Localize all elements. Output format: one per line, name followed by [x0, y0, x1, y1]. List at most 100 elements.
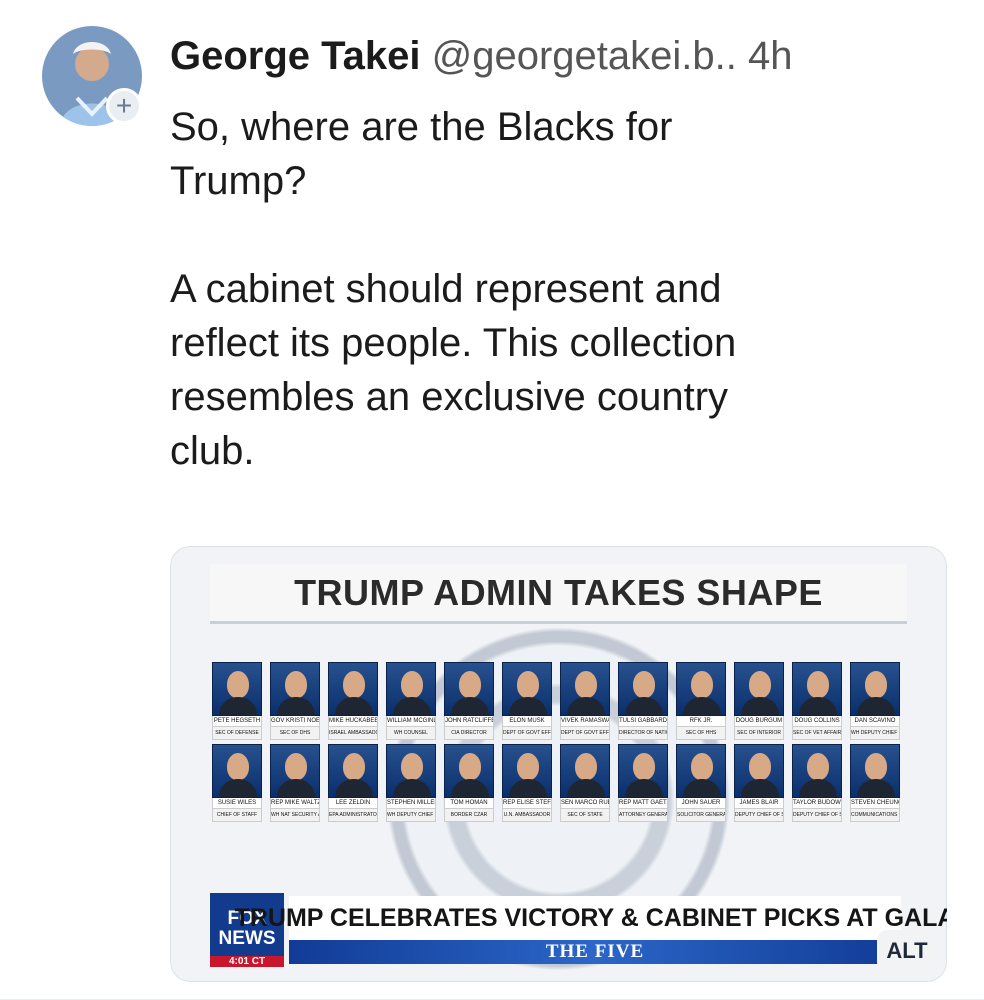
cabinet-role: SEC OF HHS: [676, 727, 726, 740]
news-lower-third: FOX NEWS 4:01 CT TRUMP CELEBRATES VICTOR…: [210, 893, 947, 967]
cabinet-card: DOUG BURGUM SEC OF INTERIOR: [734, 662, 784, 740]
cabinet-name: STEVEN CHEUNG: [850, 798, 900, 809]
post-time[interactable]: 4h: [748, 34, 793, 78]
cabinet-name: PETE HEGSETH: [212, 716, 262, 727]
portrait-image: [618, 662, 668, 716]
cabinet-role: WH COUNSEL: [386, 727, 436, 740]
portrait-image: [328, 744, 378, 798]
author-handle[interactable]: @georgetakei.b..: [432, 34, 737, 78]
cabinet-name: VIVEK RAMASWAMY: [560, 716, 610, 727]
cabinet-grid: PETE HEGSETH SEC OF DEFENSE GOV KRISTI NOE…: [210, 662, 907, 898]
cabinet-card: JAMES BLAIRDEPUTY CHIEF OF STAFF: [734, 744, 784, 822]
image-banner: TRUMP ADMIN TAKES SHAPE: [210, 564, 907, 624]
cabinet-card: LEE ZELDIN EPA ADMINISTRATOR: [328, 744, 378, 822]
portrait-image: [502, 662, 552, 716]
cabinet-name: JOHN SAUER: [676, 798, 726, 809]
cabinet-role: DEPT OF GOVT EFFICIENCY: [560, 727, 610, 740]
post-image[interactable]: TRUMP ADMIN TAKES SHAPE PETE HEGSETH SEC …: [170, 546, 947, 982]
cabinet-role: CHIEF OF STAFF: [212, 809, 262, 822]
follow-plus-icon: +: [115, 90, 133, 121]
post-text: So, where are the Blacks for Trump? A ca…: [170, 105, 737, 473]
portrait-image: [792, 662, 842, 716]
cabinet-name: REP ELISE STEFANIK (R-NY): [502, 798, 552, 809]
cabinet-card: GOV KRISTI NOEM (R-SD)SEC OF DHS: [270, 662, 320, 740]
portrait-image: [212, 662, 262, 716]
cabinet-card: ELON MUSKDEPT OF GOVT EFFICIENCY: [502, 662, 552, 740]
cabinet-card: STEPHEN MILLERWH DEPUTY CHIEF OF STAFF F…: [386, 744, 436, 822]
cabinet-role: SEC OF DHS: [270, 727, 320, 740]
cabinet-card: DOUG COLLINS SEC OF VET AFFAIRS: [792, 662, 842, 740]
cabinet-name: JAMES BLAIR: [734, 798, 784, 809]
cabinet-name: TULSI GABBARD: [618, 716, 668, 727]
author-name[interactable]: George Takei: [170, 34, 420, 78]
cabinet-card: MIKE HUCKABEE ISRAEL AMBASSADOR: [328, 662, 378, 740]
cabinet-role: SOLICITOR GENERAL: [676, 809, 726, 822]
cabinet-card: PETE HEGSETH SEC OF DEFENSE: [212, 662, 262, 740]
cabinet-name: SUSIE WILES: [212, 798, 262, 809]
portrait-image: [560, 662, 610, 716]
cabinet-role: DEPUTY CHIEF OF STAFF: [792, 809, 842, 822]
portrait-image: [212, 744, 262, 798]
cabinet-name: WILLIAM MCGINLEY: [386, 716, 436, 727]
cabinet-name: ELON MUSK: [502, 716, 552, 727]
portrait-image: [502, 744, 552, 798]
portrait-image: [734, 744, 784, 798]
alt-text-button[interactable]: ALT: [877, 930, 937, 972]
portrait-image: [386, 744, 436, 798]
cabinet-card: TULSI GABBARDDIRECTOR OF NATIONAL INTEL: [618, 662, 668, 740]
follow-plus-button[interactable]: +: [106, 88, 142, 124]
cabinet-role: WH NAT SECURITY ADVISER: [270, 809, 320, 822]
cabinet-role: BORDER CZAR: [444, 809, 494, 822]
portrait-image: [734, 662, 784, 716]
cabinet-card: WILLIAM MCGINLEYWH COUNSEL: [386, 662, 436, 740]
cabinet-card: JOHN RATCLIFFE CIA DIRECTOR: [444, 662, 494, 740]
cabinet-name: DOUG BURGUM: [734, 716, 784, 727]
cabinet-role: SEC OF STATE: [560, 809, 610, 822]
portrait-image: [676, 662, 726, 716]
portrait-image: [270, 662, 320, 716]
cabinet-card: REP ELISE STEFANIK (R-NY)U.N. AMBASSADOR: [502, 744, 552, 822]
fox-logo-time: 4:01 CT: [210, 956, 284, 967]
cabinet-role: WH DEPUTY CHIEF OF STAFF: [850, 727, 900, 740]
portrait-image: [850, 744, 900, 798]
cabinet-name: GOV KRISTI NOEM (R-SD): [270, 716, 320, 727]
cabinet-role: U.N. AMBASSADOR: [502, 809, 552, 822]
cabinet-card: RFK JR. SEC OF HHS: [676, 662, 726, 740]
cabinet-role: WH DEPUTY CHIEF OF STAFF FOR POLICY: [386, 809, 436, 822]
cabinet-role: COMMUNICATIONS DIRECTOR: [850, 809, 900, 822]
portrait-image: [618, 744, 668, 798]
cabinet-role: DEPT OF GOVT EFFICIENCY: [502, 727, 552, 740]
cabinet-role: SEC OF INTERIOR: [734, 727, 784, 740]
cabinet-role: CIA DIRECTOR: [444, 727, 494, 740]
cabinet-name: TOM HOMAN: [444, 798, 494, 809]
portrait-image: [386, 662, 436, 716]
cabinet-card: REP MATT GAETZ (R-FL)ATTORNEY GENERAL: [618, 744, 668, 822]
cabinet-name: REP MATT GAETZ (R-FL): [618, 798, 668, 809]
cabinet-role: SEC OF VET AFFAIRS: [792, 727, 842, 740]
cabinet-card: REP MIKE WALTZ (R-FL)WH NAT SECURITY ADV…: [270, 744, 320, 822]
cabinet-card: JOHN SAUER SOLICITOR GENERAL: [676, 744, 726, 822]
cabinet-name: DOUG COLLINS: [792, 716, 842, 727]
cabinet-role: DIRECTOR OF NATIONAL INTEL: [618, 727, 668, 740]
cabinet-card: SEN MARCO RUBIO (R-FL)SEC OF STATE: [560, 744, 610, 822]
cabinet-role: DEPUTY CHIEF OF STAFF: [734, 809, 784, 822]
cabinet-role: ATTORNEY GENERAL: [618, 809, 668, 822]
cabinet-name: TAYLOR BUDOWICH: [792, 798, 842, 809]
cabinet-name: LEE ZELDIN: [328, 798, 378, 809]
cabinet-name: MIKE HUCKABEE: [328, 716, 378, 727]
portrait-image: [328, 662, 378, 716]
cabinet-name: RFK JR.: [676, 716, 726, 727]
cabinet-role: ISRAEL AMBASSADOR: [328, 727, 378, 740]
portrait-image: [444, 744, 494, 798]
cabinet-role: EPA ADMINISTRATOR: [328, 809, 378, 822]
portrait-image: [444, 662, 494, 716]
cabinet-card: TOM HOMAN BORDER CZAR: [444, 744, 494, 822]
cabinet-name: SEN MARCO RUBIO (R-FL): [560, 798, 610, 809]
cabinet-name: STEPHEN MILLER: [386, 798, 436, 809]
news-headline: TRUMP CELEBRATES VICTORY & CABINET PICKS…: [235, 896, 947, 940]
cabinet-card: STEVEN CHEUNGCOMMUNICATIONS DIRECTOR: [850, 744, 900, 822]
cabinet-name: REP MIKE WALTZ (R-FL): [270, 798, 320, 809]
cabinet-card: DAN SCAVINOWH DEPUTY CHIEF OF STAFF: [850, 662, 900, 740]
portrait-image: [792, 744, 842, 798]
show-name: THE FIVE: [289, 940, 901, 964]
